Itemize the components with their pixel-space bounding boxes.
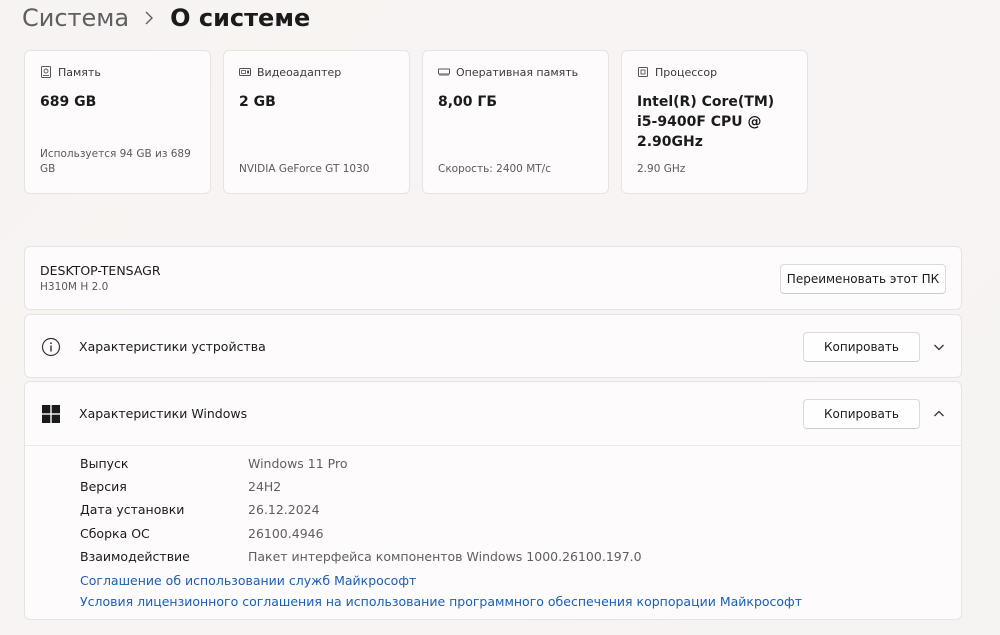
breadcrumb-parent-link[interactable]: Система [22, 4, 129, 32]
breadcrumb: Система О системе [22, 1, 310, 35]
spec-value-install-date: 26.12.2024 [248, 502, 320, 517]
processor-icon [638, 67, 648, 77]
info-icon [41, 337, 61, 357]
card-title: Оперативная память [456, 65, 579, 79]
chevron-up-icon[interactable] [933, 408, 945, 420]
display-adapter-icon [239, 68, 251, 76]
spec-value-version: 24H2 [248, 479, 282, 494]
windows-specs-panel: Характеристики Windows Копировать Выпуск… [24, 381, 962, 620]
card-value: 689 GB [40, 94, 97, 110]
spec-value-os-build: 26100.4946 [248, 526, 324, 541]
spec-label-os-build: Сборка ОС [80, 526, 150, 541]
card-title: Память [58, 65, 101, 79]
ram-icon [438, 68, 450, 76]
processor-card[interactable]: Процессор Intel(R) Core(TM) i5-9400F CPU… [621, 50, 808, 194]
card-value: 2 GB [239, 94, 276, 110]
spec-value-experience: Пакет интерфейса компонентов Windows 100… [248, 549, 642, 564]
ram-card[interactable]: Оперативная память 8,00 ГБ Скорость: 240… [422, 50, 609, 194]
card-title: Процессор [655, 65, 718, 79]
card-value: 8,00 ГБ [438, 94, 498, 110]
device-specs-panel[interactable]: Характеристики устройства Копировать [24, 314, 962, 378]
device-name: DESKTOP-TENSAGR [40, 263, 161, 278]
copy-device-specs-button[interactable]: Копировать [803, 332, 920, 362]
spec-label-edition: Выпуск [80, 456, 129, 471]
storage-card[interactable]: Память 689 GB Используется 94 GB из 689 … [24, 50, 211, 194]
rename-pc-button[interactable]: Переименовать этот ПК [780, 264, 946, 294]
display-adapter-card[interactable]: Видеоадаптер 2 GB NVIDIA GeForce GT 1030 [223, 50, 410, 194]
storage-icon [41, 66, 51, 78]
microsoft-services-agreement-link[interactable]: Соглашение об использовании служб Майкро… [80, 573, 416, 588]
device-name-panel: DESKTOP-TENSAGR H310M H 2.0 Переименоват… [24, 246, 962, 310]
spec-label-experience: Взаимодействие [80, 549, 190, 564]
microsoft-license-terms-link[interactable]: Условия лицензионного соглашения на испо… [80, 594, 802, 609]
card-subtitle: 2.90 GHz [637, 163, 686, 175]
page-title: О системе [170, 4, 311, 32]
card-subtitle: Используется 94 GB из 689 GB [40, 148, 191, 175]
card-subtitle: NVIDIA GeForce GT 1030 [239, 163, 370, 175]
spec-label-version: Версия [80, 479, 127, 494]
card-value: Intel(R) Core(TM) i5-9400F CPU @ 2.90GHz [637, 94, 775, 150]
chevron-right-icon [145, 11, 154, 25]
chevron-down-icon[interactable] [933, 341, 945, 353]
spec-label-install-date: Дата установки [80, 502, 185, 517]
spec-value-edition: Windows 11 Pro [248, 456, 348, 471]
device-model: H310M H 2.0 [40, 281, 109, 293]
windows-specs-header[interactable]: Характеристики Windows Копировать [25, 382, 961, 446]
copy-windows-specs-button[interactable]: Копировать [803, 399, 920, 429]
windows-logo-icon [42, 405, 60, 423]
card-subtitle: Скорость: 2400 MT/c [438, 163, 551, 175]
device-specs-title: Характеристики устройства [79, 339, 266, 354]
windows-specs-title: Характеристики Windows [79, 406, 248, 421]
card-title: Видеоадаптер [257, 65, 342, 79]
